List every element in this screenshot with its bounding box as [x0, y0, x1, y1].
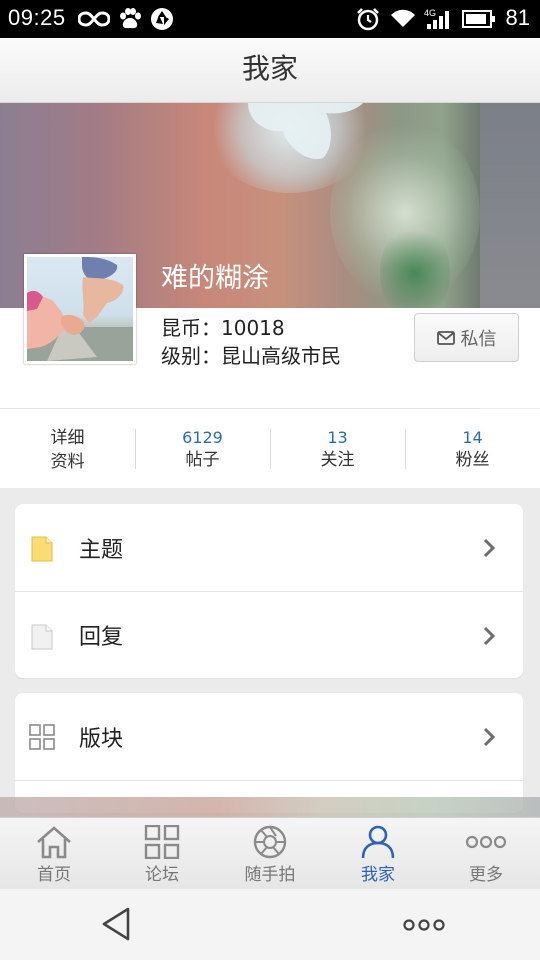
tab-home-label: 首页 — [37, 865, 71, 885]
page-title: 我家 — [241, 52, 298, 85]
tab-more[interactable]: 更多 — [432, 818, 540, 889]
menu-card-posts: 主题 回复 — [15, 504, 523, 678]
person-icon — [361, 825, 395, 859]
document-gray-icon — [31, 624, 53, 650]
document-yellow-icon — [31, 536, 53, 562]
menu-item-boards[interactable]: 版块 — [15, 693, 523, 780]
stat-posts-label: 帖子 — [185, 450, 220, 470]
menu-dots-icon[interactable] — [403, 918, 445, 932]
coin-value: 10018 — [221, 316, 285, 340]
bottom-tab-bar: 首页 论坛 随手拍 我家 更多 — [0, 817, 540, 889]
tab-home[interactable]: 首页 — [0, 818, 108, 889]
wifi-icon — [391, 9, 415, 27]
camera-shutter-icon — [253, 825, 287, 859]
menu-item-replies-label: 回复 — [79, 625, 124, 650]
back-icon[interactable] — [101, 907, 131, 941]
tab-snapshot[interactable]: 随手拍 — [216, 818, 324, 889]
level-value: 昆山高级市民 — [221, 344, 341, 368]
private-message-label: 私信 — [460, 328, 497, 350]
profile-username: 难的糊涂 — [161, 263, 269, 294]
svg-text:4G: 4G — [424, 8, 436, 18]
stat-following-label: 关注 — [320, 450, 355, 470]
grid-icon — [29, 724, 55, 750]
tab-forum[interactable]: 论坛 — [108, 818, 216, 889]
stat-detail-info[interactable]: 详细 资料 — [0, 409, 135, 488]
stat-detail-line1: 详细 — [50, 428, 85, 448]
avatar[interactable] — [24, 254, 136, 364]
tab-my-home-label: 我家 — [361, 865, 395, 885]
status-bar: 09:25 4G 81 — [0, 0, 540, 38]
level-label: 级别： — [161, 344, 221, 368]
private-message-button[interactable]: 私信 — [414, 313, 519, 362]
coin-label: 昆币： — [161, 316, 221, 340]
tab-forum-label: 论坛 — [145, 865, 179, 885]
signal-4g-icon: 4G — [424, 8, 449, 29]
chevron-right-icon — [483, 626, 495, 646]
paw-icon — [120, 8, 141, 29]
aperture-icon — [151, 8, 173, 30]
stat-posts[interactable]: 6129 帖子 — [135, 409, 270, 488]
infinity-icon — [78, 11, 110, 27]
flower-petal-image — [248, 103, 363, 159]
stat-followers-count: 14 — [462, 428, 483, 447]
stat-followers-label: 粉丝 — [455, 450, 490, 470]
more-dots-icon — [465, 835, 507, 849]
menu-item-boards-label: 版块 — [79, 726, 124, 752]
status-time: 09:25 — [8, 5, 66, 30]
home-icon — [37, 826, 71, 859]
chevron-right-icon — [483, 727, 495, 747]
tabbar-shadow — [0, 797, 540, 819]
envelope-icon — [436, 330, 455, 345]
chevron-right-icon — [483, 538, 495, 558]
stat-following[interactable]: 13 关注 — [270, 409, 405, 488]
title-bar: 我家 — [0, 38, 540, 103]
tab-more-label: 更多 — [469, 865, 503, 885]
alarm-icon — [357, 8, 379, 31]
battery-percent: 81 — [505, 5, 530, 30]
profile-stats: 详细 资料 6129 帖子 13 关注 14 粉丝 — [0, 409, 540, 488]
menu-item-replies[interactable]: 回复 — [15, 591, 523, 678]
profile-level: 级别：昆山高级市民 — [161, 340, 341, 369]
stat-followers[interactable]: 14 粉丝 — [405, 409, 540, 488]
battery-icon — [462, 10, 495, 28]
stat-detail-line2: 资料 — [50, 452, 85, 472]
system-nav-bar — [0, 889, 540, 960]
tab-snapshot-label: 随手拍 — [244, 865, 296, 885]
menu-item-topics-label: 主题 — [79, 537, 124, 563]
stat-posts-count: 6129 — [182, 428, 223, 447]
tab-my-home[interactable]: 我家 — [324, 818, 432, 889]
stat-following-count: 13 — [327, 428, 348, 447]
grid-icon — [144, 825, 180, 859]
profile-coins: 昆币：10018 — [161, 312, 285, 341]
menu-card-forums: 版块 — [15, 693, 523, 813]
menu-item-topics[interactable]: 主题 — [15, 504, 523, 591]
